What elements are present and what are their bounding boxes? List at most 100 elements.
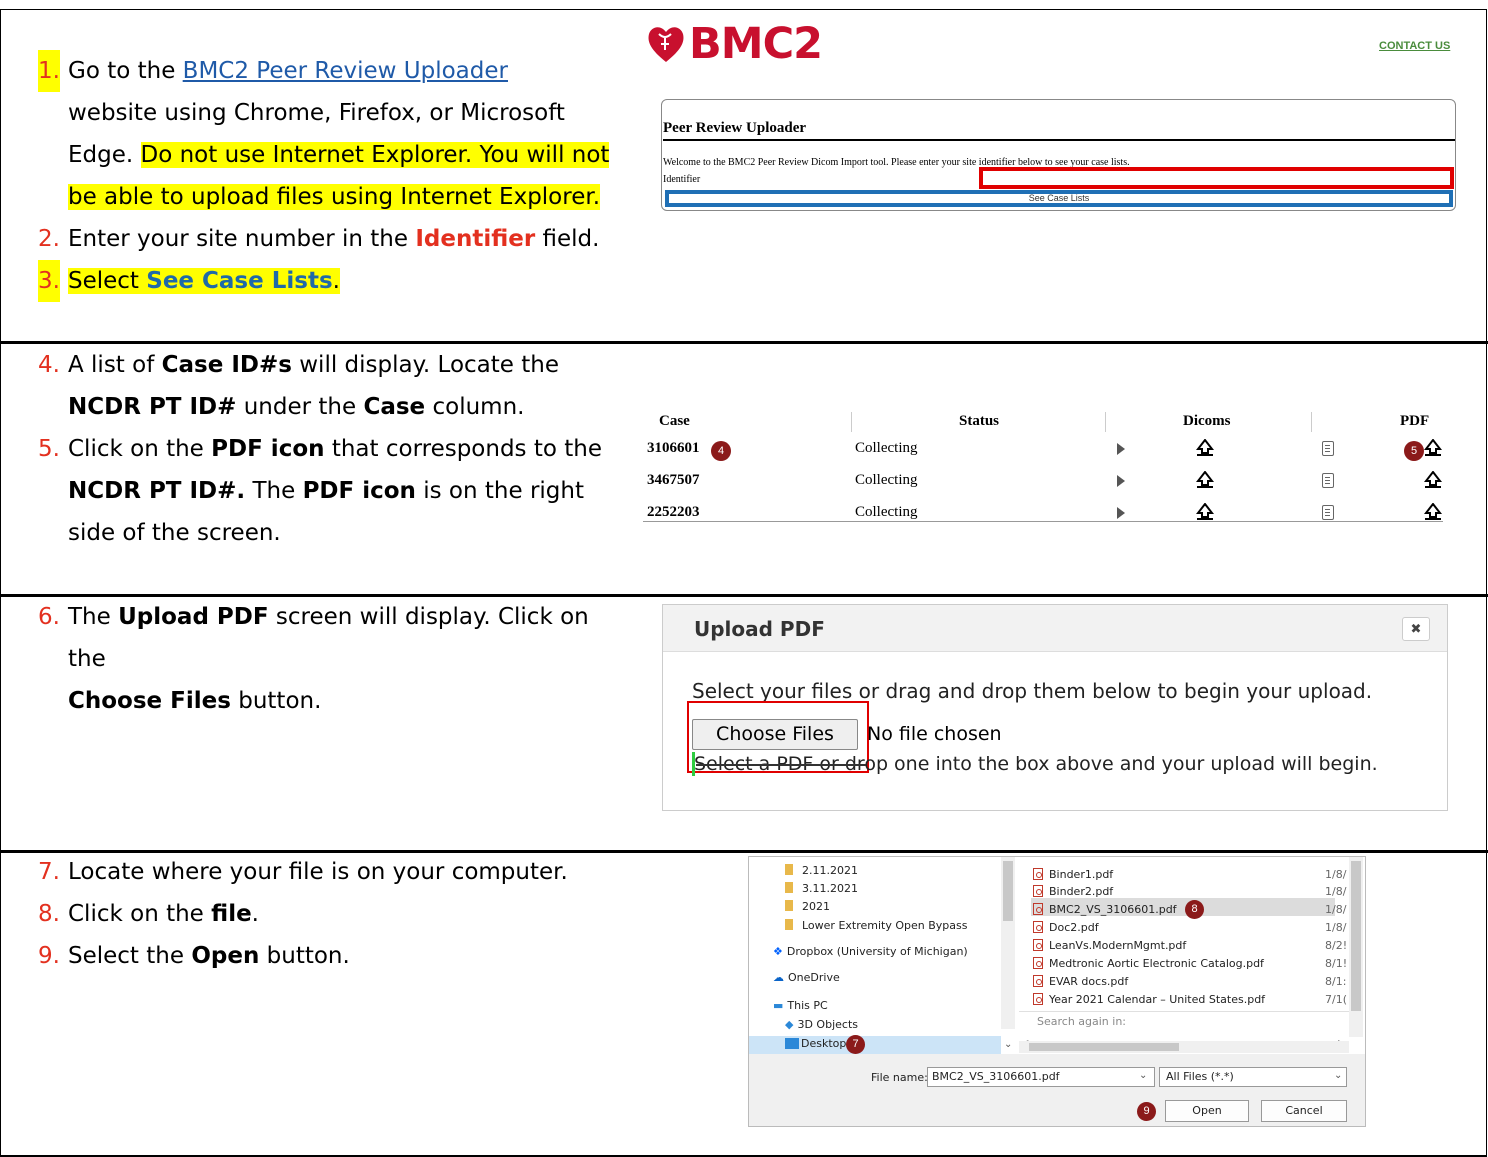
heart-logo-icon	[648, 27, 684, 63]
nav-3d-objects[interactable]: ◆ 3D Objects	[785, 1017, 858, 1033]
upload-description: Select your files or drag and drop them …	[692, 679, 1373, 703]
horizontal-scrollbar[interactable]	[1019, 1041, 1349, 1053]
steps-7-9: 7. Locate where your file is on your com…	[38, 851, 628, 977]
cancel-button[interactable]: Cancel	[1261, 1100, 1347, 1122]
choose-files-button[interactable]: Choose Files	[692, 719, 858, 750]
step-number: 8.	[38, 901, 60, 927]
step-number: 9.	[38, 943, 60, 969]
contact-us-link[interactable]: CONTACT US	[1379, 40, 1450, 52]
chevron-down-icon[interactable]: ⌄	[1334, 1070, 1342, 1081]
step-text: .	[332, 268, 340, 294]
step-9: 9. Select the Open button.	[38, 935, 628, 977]
nav-dropbox[interactable]: ❖ Dropbox (University of Michigan)	[773, 944, 968, 960]
folder-icon	[785, 882, 793, 893]
strike-line	[696, 764, 866, 766]
divider	[663, 139, 1455, 141]
file-date: 1/8/	[1325, 921, 1347, 934]
callout-badge: 7	[846, 1035, 865, 1054]
file-item-selected[interactable]: BMC2_VS_3106601.pdf	[1033, 902, 1177, 918]
upload-pdf-icon[interactable]	[1424, 439, 1442, 457]
file-item[interactable]: Binder1.pdf	[1033, 867, 1113, 883]
nav-scrollbar[interactable]	[1001, 857, 1015, 1029]
nav-this-pc[interactable]: ▬ This PC	[773, 998, 828, 1014]
identifier-input[interactable]	[979, 167, 1454, 189]
step-number: 2.	[38, 226, 60, 252]
callout-badge: 9	[1137, 1102, 1156, 1121]
upload-dicom-icon[interactable]	[1196, 471, 1214, 489]
file-name-input[interactable]: BMC2_VS_3106601.pdf	[927, 1067, 1155, 1087]
steps-1-3: 1. Go to the BMC2 Peer Review Uploader w…	[38, 50, 628, 302]
table-row: 2252203 Collecting	[643, 502, 1443, 521]
nav-folder[interactable]: 2.11.2021	[785, 863, 858, 879]
no-file-text: No file chosen	[867, 723, 1002, 745]
pdf-icon	[1033, 975, 1043, 987]
cube-icon: ◆	[785, 1018, 794, 1031]
case-status: Collecting	[855, 440, 918, 456]
upload-dicom-icon[interactable]	[1196, 439, 1214, 457]
case-id: 2252203	[647, 504, 700, 520]
file-type-select[interactable]: All Files (*.*)	[1159, 1067, 1347, 1087]
file-list: Binder1.pdf Binder2.pdf BMC2_VS_3106601.…	[1019, 857, 1349, 1029]
nav-desktop[interactable]: Desktop 7	[749, 1035, 1001, 1054]
computer-icon: ▬	[773, 999, 784, 1012]
file-list-scrollbar[interactable]	[1349, 857, 1363, 1037]
nav-onedrive[interactable]: ☁ OneDrive	[773, 970, 840, 986]
upload-pdf-icon[interactable]	[1424, 471, 1442, 489]
file-date: 7/1(	[1325, 993, 1347, 1006]
folder-icon	[785, 900, 793, 911]
file-date: 1/8/	[1325, 885, 1347, 898]
step-number: 5.	[38, 436, 60, 462]
file-item[interactable]: Medtronic Aortic Electronic Catalog.pdf	[1033, 956, 1264, 972]
upload-dicom-icon[interactable]	[1196, 503, 1214, 521]
file-item[interactable]: Doc2.pdf	[1033, 920, 1099, 936]
pdf-icon	[1033, 868, 1043, 880]
case-id: 3467507	[647, 472, 700, 488]
instruction-page: 1. Go to the BMC2 Peer Review Uploader w…	[0, 0, 1488, 1157]
nav-folder[interactable]: 2021	[785, 899, 830, 915]
document-icon[interactable]	[1322, 473, 1334, 488]
step-text: Select	[68, 268, 147, 294]
play-icon[interactable]	[1117, 475, 1125, 487]
identifier-term: Identifier	[415, 226, 536, 252]
cloud-icon: ☁	[773, 971, 784, 984]
warning-text: Do not use Internet Explorer. You will n…	[68, 142, 610, 210]
nav-folder[interactable]: Lower Extremity Open Bypass	[785, 918, 967, 934]
document-icon[interactable]	[1322, 505, 1334, 520]
file-date: 8/1:	[1325, 975, 1347, 988]
upload-pdf-icon[interactable]	[1424, 503, 1442, 521]
step-5: 5. Click on the PDF icon that correspond…	[38, 428, 628, 554]
close-icon[interactable]: ✖	[1402, 617, 1430, 641]
play-icon[interactable]	[1117, 443, 1125, 455]
open-button[interactable]: Open	[1165, 1100, 1249, 1122]
chevron-down-icon[interactable]: ⌄	[1139, 1070, 1147, 1081]
step-text: field.	[535, 226, 600, 252]
uploader-link[interactable]: BMC2 Peer Review Uploader	[183, 58, 508, 84]
document-icon[interactable]	[1322, 441, 1334, 456]
table-header: Case Status Dicoms PDF	[643, 412, 1443, 432]
step-8: 8. Click on the file.	[38, 893, 628, 935]
folder-icon	[785, 864, 793, 875]
file-date: 8/2!	[1325, 939, 1348, 952]
see-case-lists-button[interactable]: See Case Lists	[665, 190, 1453, 207]
upload-pdf-dialog: Upload PDF ✖ Select your files or drag a…	[662, 604, 1448, 811]
step-number: 6.	[38, 604, 60, 630]
file-item[interactable]: Year 2021 Calendar – United States.pdf	[1033, 992, 1265, 1008]
nav-folder[interactable]: 3.11.2021	[785, 881, 858, 897]
pdf-icon	[1033, 939, 1043, 951]
file-open-dialog: 2.11.2021 3.11.2021 2021 Lower Extremity…	[748, 856, 1366, 1127]
desktop-icon	[785, 1038, 799, 1049]
steps-4-5: 4. A list of Case ID#s will display. Loc…	[38, 344, 628, 554]
table-row: 3467507 Collecting	[643, 470, 1443, 502]
step-7: 7. Locate where your file is on your com…	[38, 851, 628, 893]
file-item[interactable]: Binder2.pdf	[1033, 884, 1113, 900]
step-number: 4.	[38, 352, 60, 378]
file-date: 1/8/	[1325, 903, 1347, 916]
file-item[interactable]: EVAR docs.pdf	[1033, 974, 1128, 990]
file-date: 8/1!	[1325, 957, 1348, 970]
chevron-down-icon[interactable]: ⌄	[1004, 1039, 1012, 1050]
callout-badge: 4	[711, 441, 731, 461]
file-item[interactable]: LeanVs.ModernMgmt.pdf	[1033, 938, 1186, 954]
callout-badge: 5	[1404, 441, 1424, 461]
step-number: 3.	[38, 260, 60, 302]
play-icon[interactable]	[1117, 507, 1125, 519]
